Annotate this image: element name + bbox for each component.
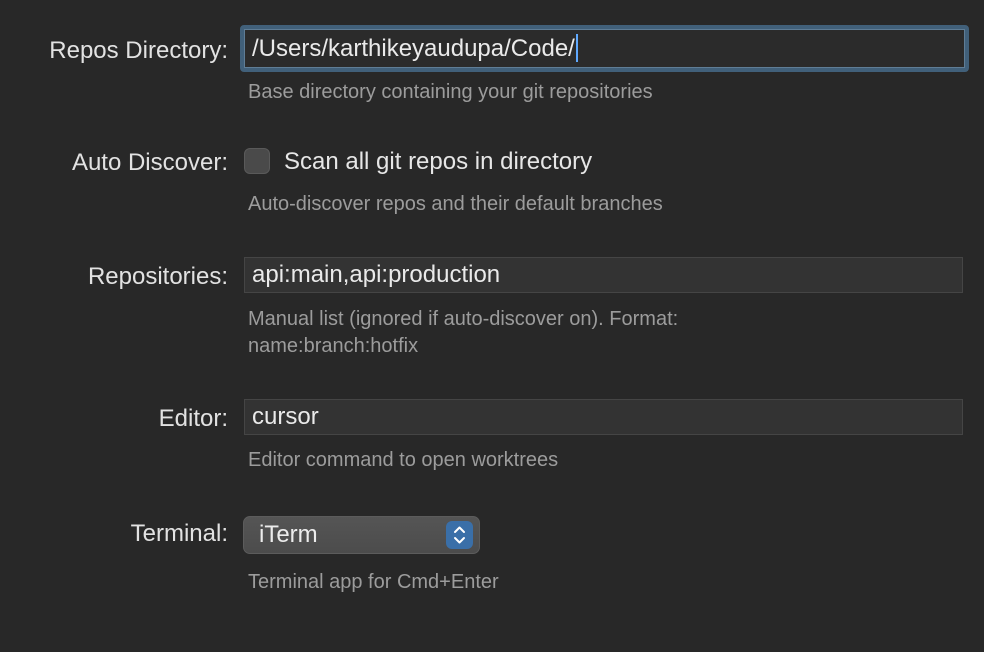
editor-value: cursor xyxy=(252,403,319,430)
repositories-help-line1: Manual list (ignored if auto-discover on… xyxy=(248,308,679,330)
terminal-selected-value: iTerm xyxy=(259,521,318,548)
auto-discover-help: Auto-discover repos and their default br… xyxy=(248,193,663,215)
repositories-label: Repositories: xyxy=(87,263,228,290)
auto-discover-checkbox[interactable] xyxy=(244,148,270,174)
auto-discover-checkbox-label[interactable]: Scan all git repos in directory xyxy=(284,147,592,177)
repos-directory-label: Repos Directory: xyxy=(49,37,228,64)
text-caret xyxy=(575,33,578,62)
terminal-label: Terminal: xyxy=(130,520,228,547)
repositories-help-line2: name:branch:hotfix xyxy=(248,335,419,357)
editor-label: Editor: xyxy=(158,405,228,432)
editor-input[interactable]: cursor xyxy=(244,399,963,435)
repos-directory-input[interactable]: /Users/karthikeyaudupa/Code/ xyxy=(240,25,969,72)
repos-directory-help: Base directory containing your git repos… xyxy=(248,81,653,103)
repositories-input[interactable]: api:main,api:production xyxy=(244,257,963,293)
editor-help: Editor command to open worktrees xyxy=(248,449,559,471)
terminal-select[interactable]: iTerm xyxy=(243,516,480,554)
up-down-chevron-icon xyxy=(446,521,473,549)
repositories-value: api:main,api:production xyxy=(252,261,501,288)
repos-directory-value: /Users/karthikeyaudupa/Code/ xyxy=(252,35,575,62)
terminal-help: Terminal app for Cmd+Enter xyxy=(248,571,499,593)
auto-discover-label: Auto Discover: xyxy=(71,149,228,176)
